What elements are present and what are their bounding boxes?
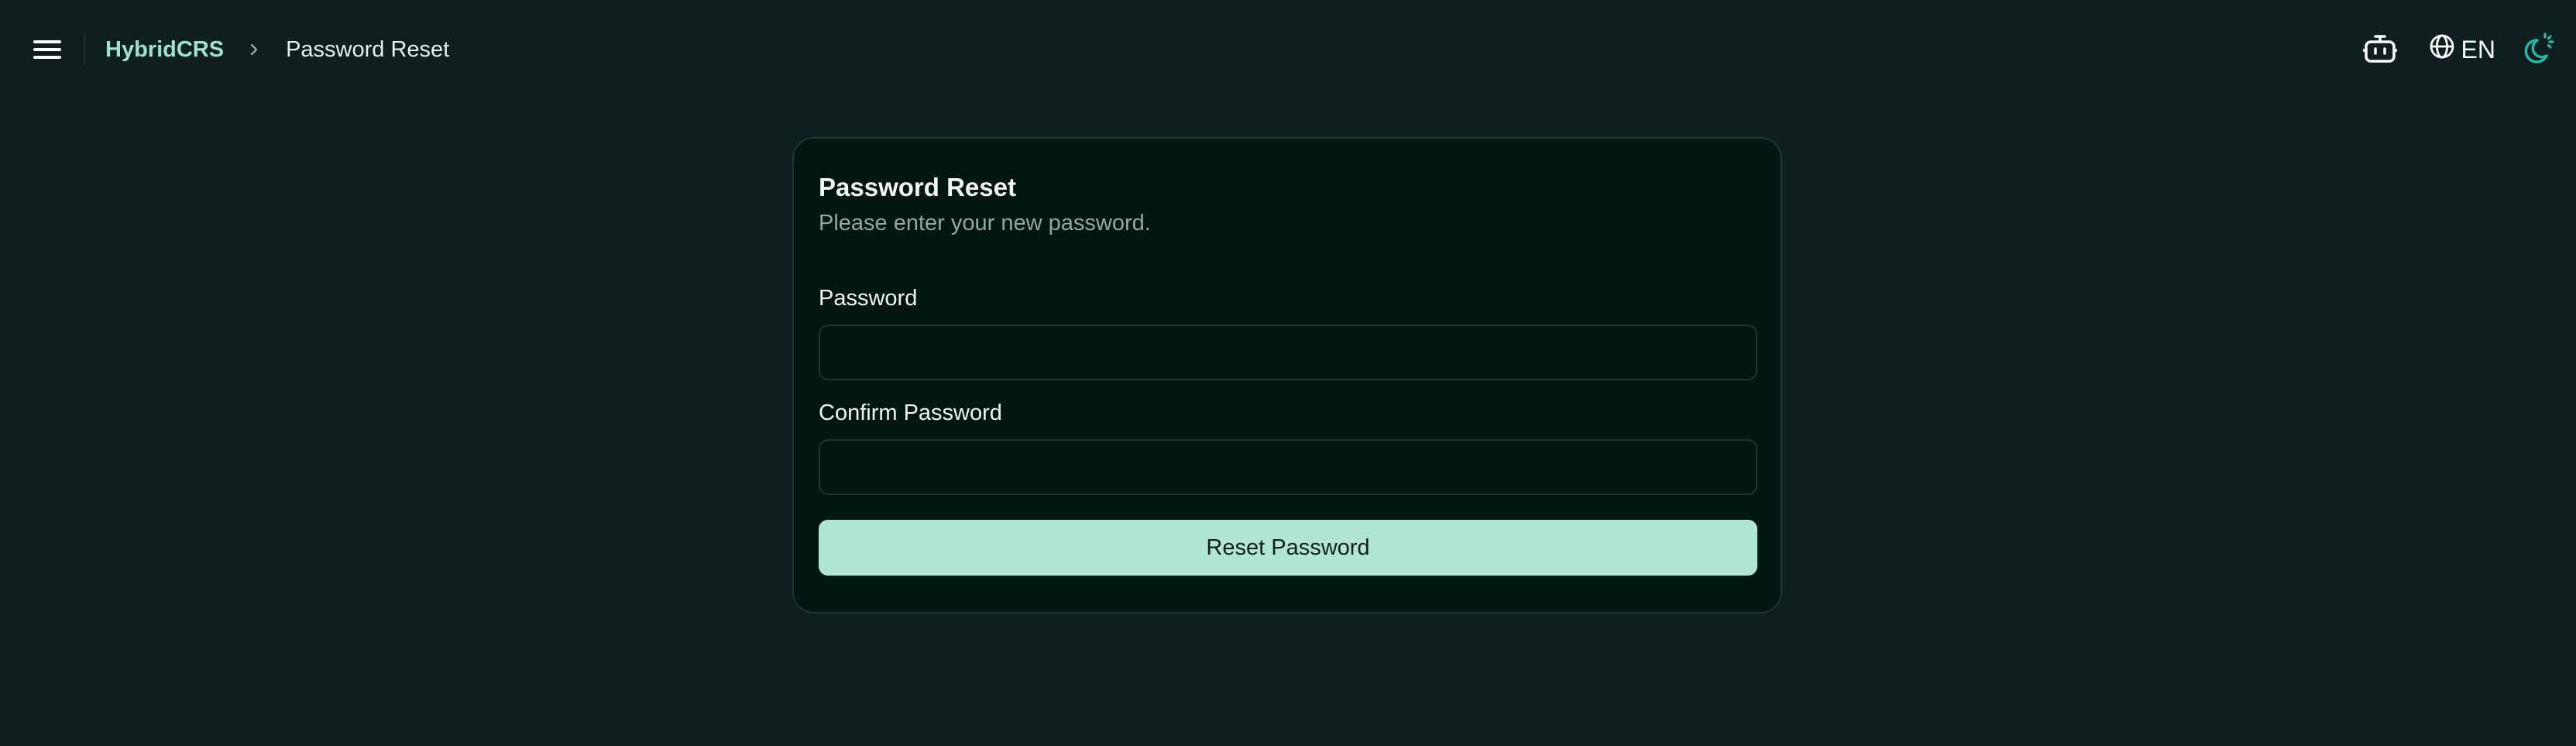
password-input[interactable] (819, 325, 1757, 380)
header-actions: EN (2362, 28, 2556, 71)
menu-bar (33, 56, 61, 59)
card-subtitle: Please enter your new password. (819, 211, 1151, 235)
theme-toggle-icon[interactable] (2519, 31, 2556, 68)
menu-bar (33, 40, 61, 43)
top-header: HybridCRS Password Reset EN (0, 0, 2576, 99)
chevron-right-icon (246, 41, 263, 58)
password-reset-card: Password Reset Please enter your new pas… (792, 137, 1782, 614)
robot-icon[interactable] (2362, 32, 2398, 67)
reset-password-button[interactable]: Reset Password (819, 520, 1757, 576)
breadcrumb: HybridCRS Password Reset (105, 31, 449, 68)
confirm-password-input[interactable] (819, 439, 1757, 495)
breadcrumb-current: Password Reset (286, 36, 450, 62)
confirm-password-label: Confirm Password (819, 401, 1002, 425)
menu-bar (33, 48, 61, 51)
language-label: EN (2461, 35, 2495, 64)
breadcrumb-home-link[interactable]: HybridCRS (105, 37, 224, 63)
language-button[interactable]: EN (2429, 33, 2495, 66)
menu-icon[interactable] (29, 34, 65, 65)
card-title: Password Reset (819, 173, 1016, 201)
globe-icon (2429, 33, 2455, 66)
password-label: Password (819, 286, 918, 311)
header-divider (84, 34, 85, 65)
